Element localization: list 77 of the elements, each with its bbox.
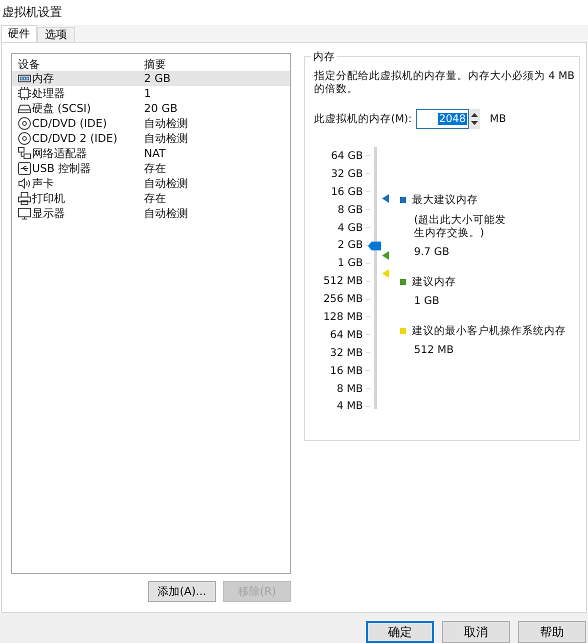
tab[interactable]: 硬件 (1, 25, 37, 42)
device-summary: 自动检测 (144, 116, 189, 131)
device-summary: 1 (144, 87, 152, 100)
device-name: 显示器 (32, 206, 65, 221)
legend-value: 512 MB (414, 344, 455, 356)
unit-label: MB (490, 113, 506, 125)
cd-icon (18, 132, 31, 145)
scale-label: 8 MB (336, 382, 363, 395)
field-label: 此虚拟机的内存(M): (314, 112, 412, 126)
network-icon (18, 147, 31, 160)
device-summary: 存在 (144, 161, 167, 176)
dialog-button[interactable]: 帮助 (518, 621, 586, 643)
device-summary: 自动检测 (144, 131, 189, 146)
legend-value: 9.7 GB (414, 246, 450, 258)
device-row[interactable]: 声卡 自动检测 (12, 176, 290, 191)
legend-note: (超出此大小可能发生内存交换。) (414, 214, 508, 240)
scale-label: 4 MB (336, 400, 363, 412)
device-name: 打印机 (32, 191, 65, 206)
device-summary: NAT (144, 147, 167, 160)
device-row[interactable]: 内存 2 GB (12, 71, 290, 86)
dialog-button[interactable]: 确定 (366, 621, 434, 643)
memory-field[interactable]: 2048 (416, 109, 469, 129)
scale-label: 64 MB (330, 328, 363, 341)
device-row[interactable]: 处理器 1 (12, 86, 290, 101)
legend-title: 建议的最小客户机操作系统内存 (412, 324, 566, 338)
display-icon (18, 207, 31, 220)
cd-icon (18, 117, 31, 130)
device-name: 硬盘 (SCSI) (32, 101, 91, 116)
description: 指定分配给此虚拟机的内存量。内存大小必须为 4 MB 的倍数。 (314, 70, 575, 96)
device-row[interactable]: 显示器 自动检测 (12, 206, 290, 221)
device-summary: 存在 (144, 191, 167, 206)
device-summary: 自动检测 (144, 176, 189, 191)
device-name: CD/DVD 2 (IDE) (32, 132, 118, 145)
scale-label: 256 MB (323, 293, 363, 306)
window-title: 虚拟机设置 (2, 5, 62, 19)
device-name: CD/DVD (IDE) (32, 117, 107, 130)
memory-icon (18, 72, 31, 85)
device-row[interactable]: CD/DVD (IDE) 自动检测 (12, 116, 290, 131)
legend-value: 1 GB (414, 295, 440, 307)
device-name: 网络适配器 (32, 146, 87, 161)
device-name: 处理器 (32, 86, 65, 101)
sound-icon (18, 177, 31, 190)
scale-label: 32 GB (330, 168, 363, 180)
legend-title: 建议内存 (412, 275, 456, 289)
device-summary: 自动检测 (144, 206, 189, 221)
scale-label: 16 GB (330, 186, 363, 198)
scale-label: 8 GB (338, 204, 363, 216)
device-row[interactable]: 网络适配器 NAT (12, 146, 290, 161)
column-header: 摘要 (144, 56, 167, 72)
scale-label: 128 MB (323, 310, 363, 323)
scale-label: 32 MB (330, 346, 363, 359)
scale-label: 16 MB (330, 364, 363, 377)
group-title: 内存 (311, 50, 337, 64)
scale-label: 1 GB (338, 257, 363, 270)
scale-label: 4 GB (338, 222, 363, 234)
device-name: USB 控制器 (32, 161, 92, 176)
device-row[interactable]: 打印机 存在 (12, 191, 290, 206)
device-name: 内存 (32, 71, 54, 86)
device-row[interactable]: 硬盘 (SCSI) 20 GB (12, 101, 290, 116)
scale-label: 512 MB (323, 275, 363, 288)
device-name: 声卡 (32, 176, 54, 191)
printer-icon (18, 192, 31, 205)
device-row[interactable]: CD/DVD 2 (IDE) 自动检测 (12, 131, 290, 146)
scale-label: 64 GB (330, 150, 363, 162)
cpu-icon (18, 87, 31, 100)
tab[interactable]: 选项 (37, 27, 75, 42)
column-header: 设备 (17, 56, 41, 72)
legend-title: 最大建议内存 (412, 193, 478, 207)
device-summary: 20 GB (144, 102, 179, 115)
dialog-button[interactable]: 取消 (442, 621, 510, 643)
device-summary: 2 GB (144, 72, 172, 85)
device-row[interactable]: USB 控制器 存在 (12, 161, 290, 176)
scale-label: 2 GB (338, 239, 363, 252)
spinner-icon[interactable] (468, 109, 480, 129)
list-button[interactable]: 添加(A)... (148, 581, 216, 602)
slider-thumb[interactable] (368, 240, 381, 252)
usb-icon (18, 162, 31, 175)
